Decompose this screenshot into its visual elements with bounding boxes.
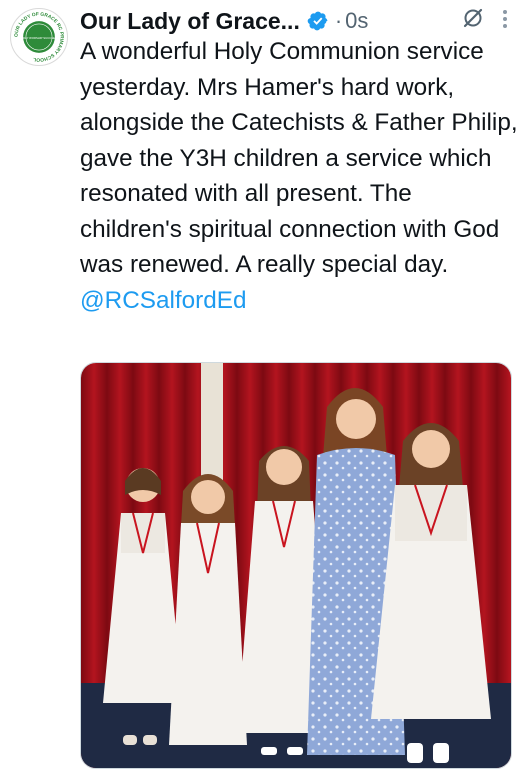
grok-icon[interactable] [461,6,485,30]
verified-badge-icon [307,10,329,32]
more-dot [503,24,507,28]
more-options-icon[interactable] [495,6,515,32]
photo-image [81,363,511,768]
more-dot [503,10,507,14]
more-dot [503,17,507,21]
avatar[interactable]: OUR LADY OF GRACE RC PRIMARY SCHOOL PRAY… [10,8,68,66]
tweet-header: Our Lady of Grace... · 0s [80,4,517,38]
separator-dot: · [334,8,343,33]
timestamp[interactable]: 0s [345,8,368,34]
mention-link[interactable]: @RCSalfordEd [80,287,246,314]
school-logo-icon: OUR LADY OF GRACE RC PRIMARY SCHOOL PRAY… [11,9,67,65]
tweet-body: A wonderful Holy Communion service yeste… [80,38,518,278]
tweet-photo[interactable] [80,362,512,769]
school-logo-motto: PRAY WORSHIP SUCCEED [21,36,57,40]
tweet-text: A wonderful Holy Communion service yeste… [80,34,520,318]
author-name[interactable]: Our Lady of Grace... [80,8,300,35]
